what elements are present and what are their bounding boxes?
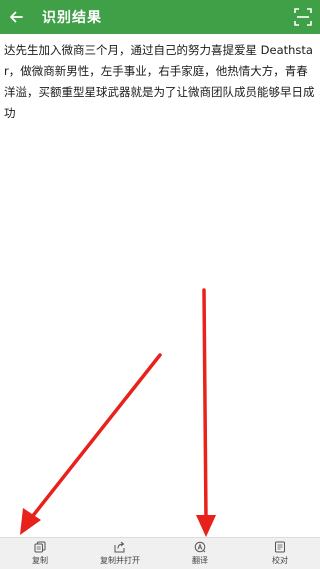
recognized-text[interactable]: 达先生加入微商三个月，通过自己的努力喜提爱星 Deathstar，做微商新男性，… (4, 40, 318, 124)
copy-icon (34, 541, 46, 553)
copy-button[interactable]: 复制 (0, 538, 80, 569)
copy-and-open-label: 复制并打开 (100, 556, 140, 565)
translate-label: 翻译 (192, 556, 208, 565)
page-title: 识别结果 (42, 10, 102, 26)
bottom-toolbar: 复制 复制并打开 翻译 校对 (0, 537, 320, 569)
proofread-button[interactable]: 校对 (240, 538, 320, 569)
arrow-to-translate (196, 288, 216, 537)
scan-button[interactable] (292, 6, 314, 28)
proofread-label: 校对 (272, 556, 288, 565)
copy-and-open-button[interactable]: 复制并打开 (80, 538, 160, 569)
app-bar: 识别结果 (0, 0, 320, 34)
translate-icon (194, 541, 206, 553)
proofread-icon (275, 541, 285, 553)
scan-frame-icon (294, 8, 312, 26)
back-button[interactable] (0, 0, 32, 34)
translate-button[interactable]: 翻译 (160, 538, 240, 569)
arrow-to-copy (20, 353, 162, 535)
arrow-left-icon (10, 11, 23, 23)
copy-label: 复制 (32, 556, 48, 565)
share-open-icon (114, 541, 125, 553)
